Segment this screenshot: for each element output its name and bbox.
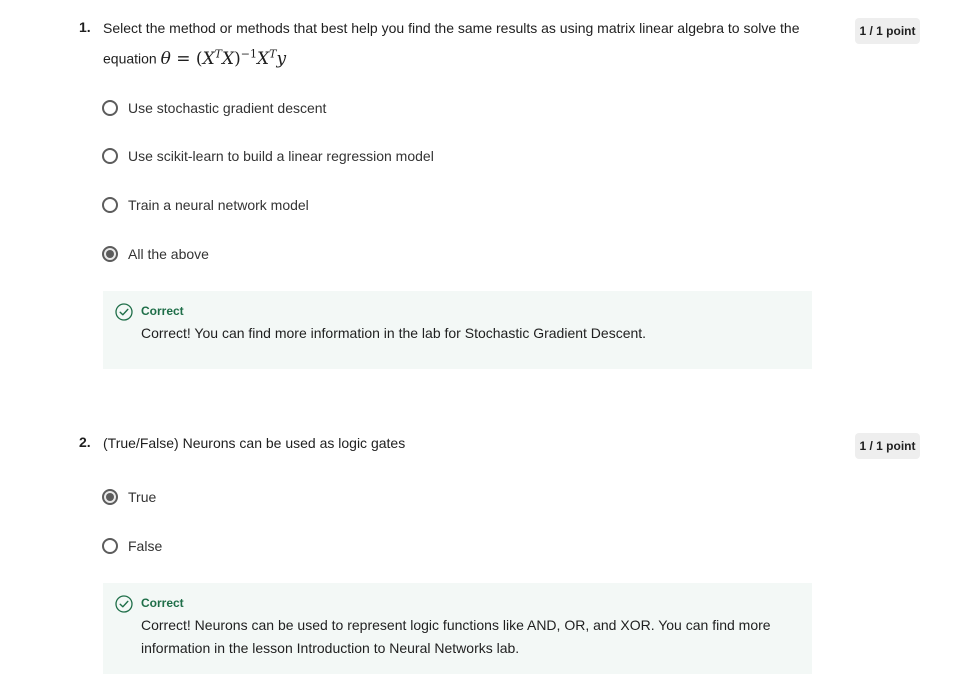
feedback-message: Correct! Neurons can be used to represen… [141, 617, 771, 656]
check-circle-icon [115, 595, 133, 613]
question-text: (True/False) Neurons can be used as logi… [103, 435, 406, 451]
option-3[interactable]: Train a neural network model [102, 194, 309, 216]
points-badge: 1 / 1 point [855, 433, 920, 459]
radio-button[interactable] [102, 197, 118, 213]
radio-button[interactable] [102, 148, 118, 164]
option-label: Train a neural network model [128, 197, 309, 213]
equation: θ = (XTX)−1XTy [160, 47, 287, 69]
check-circle-icon [115, 303, 133, 321]
radio-button-selected[interactable] [102, 489, 118, 505]
option-label: False [128, 538, 163, 554]
feedback-box: Correct Correct! Neurons can be used to … [103, 583, 812, 674]
radio-button[interactable] [102, 538, 118, 554]
feedback-box: Correct Correct! You can find more infor… [103, 291, 812, 369]
question-text: Select the method or methods that best h… [103, 16, 823, 72]
option-2[interactable]: False [102, 535, 162, 557]
option-1[interactable]: True [102, 486, 156, 508]
option-1[interactable]: Use stochastic gradient descent [102, 97, 326, 119]
option-label: True [128, 489, 157, 505]
option-2[interactable]: Use scikit-learn to build a linear regre… [102, 145, 434, 167]
feedback-message: Correct! You can find more information i… [141, 325, 647, 341]
question-number: 2. [79, 434, 91, 450]
radio-button[interactable] [102, 100, 118, 116]
option-label: Use stochastic gradient descent [128, 100, 327, 116]
option-label: All the above [128, 246, 209, 262]
radio-button-selected[interactable] [102, 246, 118, 262]
question-number: 1. [79, 19, 91, 35]
points-badge: 1 / 1 point [855, 18, 920, 44]
feedback-status: Correct [141, 596, 184, 610]
option-label: Use scikit-learn to build a linear regre… [128, 148, 434, 164]
option-4[interactable]: All the above [102, 243, 209, 265]
feedback-status: Correct [141, 304, 184, 318]
